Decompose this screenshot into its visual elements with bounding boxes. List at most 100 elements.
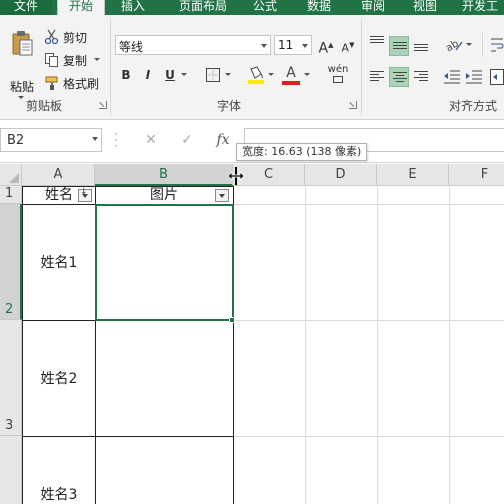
paste-button[interactable]: 粘贴 <box>4 30 36 99</box>
ribbon-tab-bar: 文件 开始 插入 页面布局 公式 数据 审阅 视图 开发工 <box>0 0 504 15</box>
align-center-icon <box>393 72 407 84</box>
italic-button[interactable]: I <box>138 65 158 85</box>
tab-file[interactable]: 文件 <box>0 0 52 15</box>
copy-dropdown-arrow[interactable] <box>94 58 100 61</box>
font-name-value: 等线 <box>119 40 144 54</box>
wrap-text-icon[interactable] <box>490 35 504 55</box>
cell-a2[interactable]: 姓名1 <box>23 252 95 272</box>
decrease-indent-icon[interactable] <box>443 69 461 85</box>
cell-a4[interactable]: 姓名3 <box>23 484 95 504</box>
font-size-select[interactable]: 11 <box>274 35 312 55</box>
fill-color-dropdown-arrow[interactable] <box>268 73 274 76</box>
column-header-d[interactable]: D <box>305 164 377 186</box>
top-align-icon <box>370 36 384 45</box>
font-dialog-launcher[interactable] <box>349 101 357 109</box>
tab-review[interactable]: 审阅 <box>352 0 394 15</box>
clipboard-group-label: 剪贴板 <box>26 99 63 113</box>
font-color-button[interactable]: A <box>281 63 301 83</box>
column-header-e[interactable]: E <box>377 164 449 186</box>
scissors-icon <box>44 29 59 45</box>
alignment-group-label: 对齐方式 <box>449 99 498 113</box>
cell-b2-selection[interactable] <box>95 204 234 321</box>
phonetic-guide-button[interactable]: wén <box>326 64 350 86</box>
cell-border <box>22 436 233 437</box>
name-box[interactable]: B2 <box>0 128 102 152</box>
align-left-icon <box>370 71 384 83</box>
underline-dropdown-arrow[interactable] <box>181 73 187 76</box>
borders-dropdown-arrow[interactable] <box>225 73 231 76</box>
row-header-2[interactable]: 2 <box>0 204 22 320</box>
row-header-1[interactable]: 1 <box>0 186 22 204</box>
font-size-value: 11 <box>278 38 294 52</box>
merge-center-icon[interactable] <box>490 69 504 85</box>
insert-function-icon: fx <box>216 132 230 148</box>
header-cell-b1[interactable]: 图片 <box>96 187 233 204</box>
borders-icon[interactable] <box>205 67 221 83</box>
tab-view[interactable]: 视图 <box>404 0 446 15</box>
toolbar-separator <box>482 33 483 57</box>
column-header-f[interactable]: F <box>449 164 504 186</box>
fill-color-icon[interactable] <box>247 65 265 85</box>
paste-label: 粘贴 <box>10 80 35 94</box>
clipboard-icon <box>12 31 33 56</box>
bold-button[interactable]: B <box>116 65 136 85</box>
column-header-a[interactable]: A <box>22 164 95 186</box>
bottom-align-icon <box>414 44 428 53</box>
enter-icon[interactable]: ✓ <box>176 129 198 151</box>
insert-function-button[interactable]: fx <box>212 129 234 151</box>
filter-dropdown-button[interactable] <box>215 189 229 202</box>
select-all-button[interactable] <box>0 164 22 186</box>
group-separator <box>361 19 362 115</box>
tab-data[interactable]: 数据 <box>298 0 340 15</box>
cut-button[interactable]: 剪切 <box>44 28 104 46</box>
align-left-button[interactable] <box>367 67 387 87</box>
fill-handle[interactable] <box>229 317 235 323</box>
underline-icon: U <box>165 68 175 82</box>
column-header-b[interactable]: B <box>95 164 233 186</box>
tab-formulas[interactable]: 公式 <box>244 0 286 15</box>
paste-dropdown-arrow[interactable] <box>18 96 24 99</box>
tab-page-layout[interactable]: 页面布局 <box>166 0 240 15</box>
orientation-dropdown-arrow[interactable] <box>466 43 472 46</box>
font-color-icon: A <box>286 65 296 81</box>
row-header-3[interactable]: 3 <box>0 320 22 436</box>
format-painter-label: 格式刷 <box>63 77 100 91</box>
shrink-font-button[interactable]: A▼ <box>338 35 358 55</box>
middle-align-button[interactable] <box>389 36 409 56</box>
ribbon: 粘贴 剪切 复制 格式刷 剪贴板 等线 11 A▲ A▼ B I U A wén… <box>0 15 504 120</box>
bottom-align-button[interactable] <box>411 36 431 56</box>
shrink-font-icon: A <box>341 41 350 55</box>
middle-align-icon <box>393 42 407 51</box>
header-cell-a1[interactable]: 姓名 <box>23 187 95 204</box>
underline-button[interactable]: U <box>160 65 180 85</box>
row-header-4[interactable] <box>0 436 22 504</box>
phonetic-guide-icon: wén <box>327 64 349 75</box>
grow-font-button[interactable]: A▲ <box>316 35 336 57</box>
tab-insert[interactable]: 插入 <box>110 0 156 15</box>
formula-bar-grip[interactable]: · · · <box>114 128 118 152</box>
clipboard-dialog-launcher[interactable] <box>99 101 107 109</box>
column-width-tooltip: 宽度: 16.63 (138 像素) <box>236 143 368 161</box>
tab-home[interactable]: 开始 <box>57 0 105 15</box>
increase-indent-icon[interactable] <box>465 69 483 85</box>
font-group-label: 字体 <box>217 99 242 113</box>
format-painter-button[interactable]: 格式刷 <box>44 74 104 92</box>
orientation-icon[interactable]: ab <box>444 36 464 54</box>
align-center-button[interactable] <box>389 67 409 87</box>
header-name-label: 姓名 <box>45 187 73 203</box>
copy-button[interactable]: 复制 <box>44 51 104 69</box>
font-color-dropdown-arrow[interactable] <box>304 73 310 76</box>
tab-developer[interactable]: 开发工 <box>456 0 504 15</box>
gridline <box>305 186 306 504</box>
font-name-select[interactable]: 等线 <box>115 35 271 55</box>
filter-sort-button[interactable] <box>78 187 92 202</box>
column-resize-cursor-icon <box>227 167 245 185</box>
align-right-button[interactable] <box>411 67 431 87</box>
top-align-button[interactable] <box>367 32 387 52</box>
format-painter-icon <box>45 76 58 90</box>
cut-label: 剪切 <box>63 31 88 45</box>
chevron-down-icon <box>261 44 267 48</box>
cell-a3[interactable]: 姓名2 <box>23 368 95 388</box>
cancel-icon[interactable]: ✕ <box>140 129 162 151</box>
worksheet-grid[interactable]: A B C D E F 1 2 3 姓名 图片 姓名1 姓名2 姓名3 <box>0 164 504 504</box>
